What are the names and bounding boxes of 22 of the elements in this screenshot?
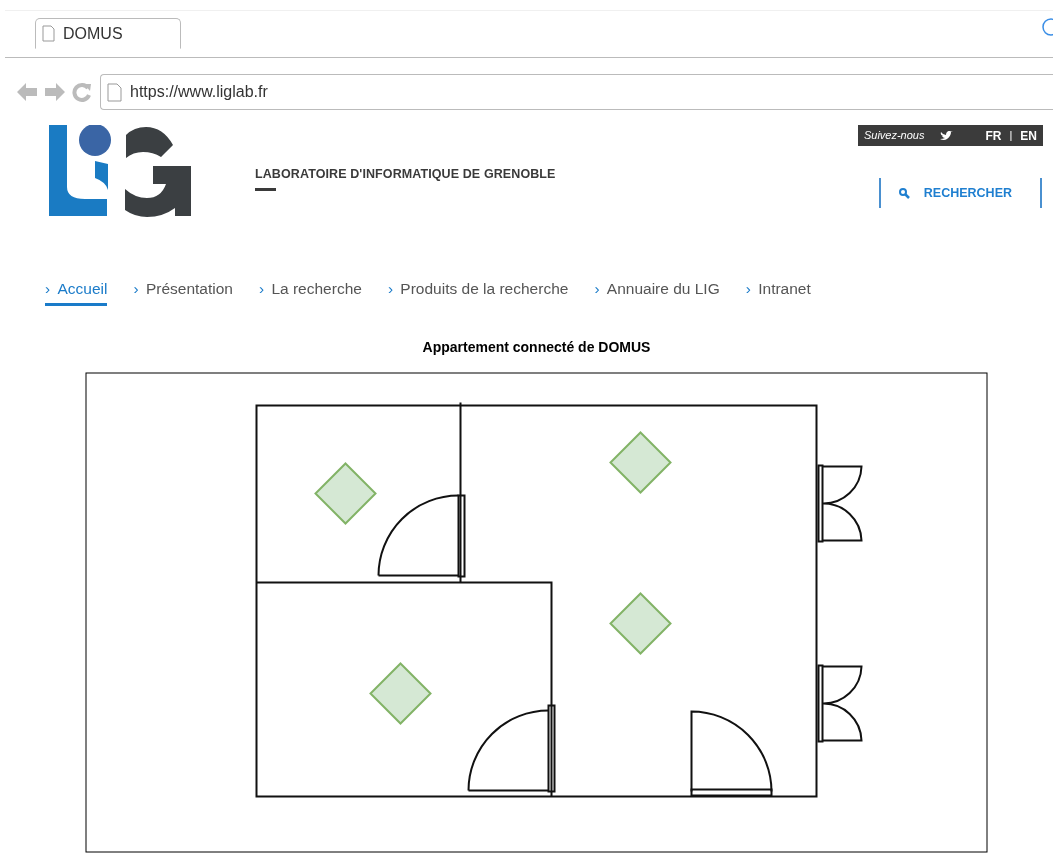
nav-link[interactable]: › Intranet	[745, 277, 811, 307]
nav-link[interactable]: › Accueil	[45, 277, 108, 307]
lab-name: LABORATOIRE D'INFORMATIQUE DE GRENOBLE	[255, 166, 556, 183]
search-icon	[898, 187, 910, 199]
language-link[interactable]: FR	[985, 126, 1002, 145]
page-icon	[107, 82, 122, 102]
bird-icon[interactable]	[940, 130, 954, 141]
address-field[interactable]: https://www.liglab.fr	[100, 74, 1053, 110]
nav-link[interactable]: › Présentation	[133, 277, 233, 307]
page-icon	[42, 25, 55, 42]
nav-link[interactable]: › Produits de la recherche	[387, 277, 569, 307]
forward-icon[interactable]	[44, 82, 66, 102]
search-button[interactable]: RECHERCHER	[878, 178, 1042, 208]
language-link[interactable]: EN	[1020, 126, 1037, 145]
figure-title: Appartement connecté de DOMUS	[421, 338, 652, 357]
back-icon[interactable]	[16, 82, 38, 102]
separator: |	[1009, 127, 1013, 143]
reload-icon[interactable]	[72, 82, 92, 102]
follow-label: Suivez-nous	[863, 128, 925, 144]
nav-link[interactable]: › La recherche	[258, 277, 362, 307]
browser-tab[interactable]: DOMUS	[35, 18, 181, 49]
nav-link[interactable]: › Annuaire du LIG	[594, 277, 720, 307]
